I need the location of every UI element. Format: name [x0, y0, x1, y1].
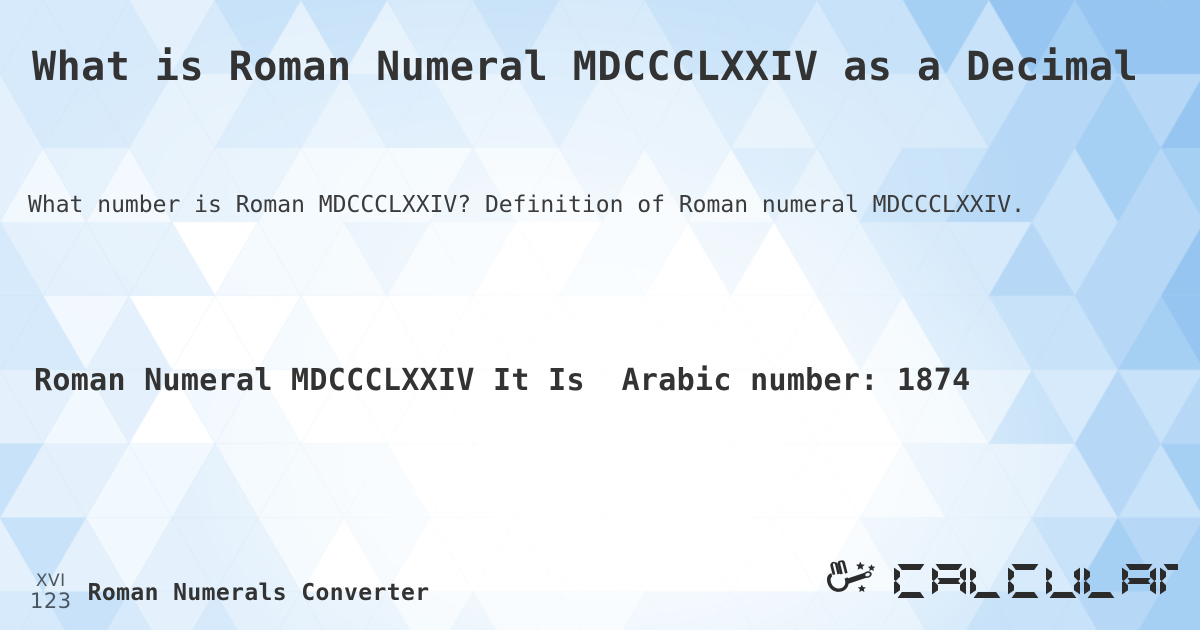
roman-numerals-logo-icon: XVI 123	[30, 571, 72, 613]
logo-roman-text: XVI	[35, 571, 66, 592]
hand-magic-wand-icon	[822, 558, 884, 608]
footer: XVI 123 Roman Numerals Converter	[0, 534, 1200, 630]
logo-arabic-text: 123	[30, 588, 72, 613]
page-content: What is Roman Numeral MDCCCLXXIV as a De…	[0, 0, 1200, 630]
page-subtitle: What number is Roman MDCCCLXXIV? Definit…	[28, 192, 1025, 218]
calculatio-brand[interactable]: CALCULAT.IO	[822, 558, 1178, 608]
calculatio-wordmark	[892, 560, 1178, 606]
site-name-label: Roman Numerals Converter	[87, 579, 430, 606]
site-brand[interactable]: XVI 123 Roman Numerals Converter	[30, 571, 430, 613]
page-title: What is Roman Numeral MDCCCLXXIV as a De…	[32, 44, 1139, 90]
conversion-result: Roman Numeral MDCCCLXXIV It Is Arabic nu…	[34, 363, 971, 398]
